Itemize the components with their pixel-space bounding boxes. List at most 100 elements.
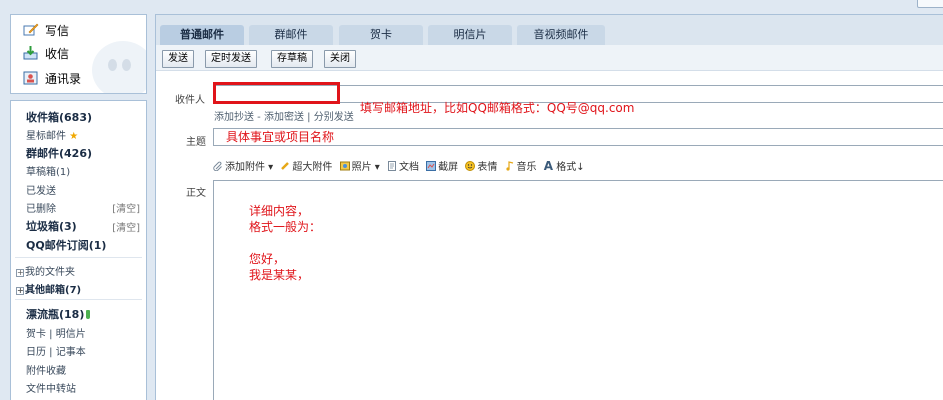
contacts-label: 通讯录 bbox=[45, 72, 82, 86]
sidebar: 写信 收信 通讯录 收件箱(683) 星标邮件 ★ 群邮件(426) 草稿箱(1… bbox=[10, 14, 147, 400]
folder-drafts[interactable]: 草稿箱(1) bbox=[26, 163, 70, 178]
folder-group[interactable]: 群邮件(426) bbox=[26, 145, 92, 161]
body-line: 详细内容， bbox=[249, 204, 310, 218]
screenshot-icon bbox=[426, 161, 437, 171]
big-paperclip-icon bbox=[280, 161, 290, 171]
recipient-hint-annotation: 填写邮箱地址，比如QQ邮箱格式：QQ号@qq.com bbox=[360, 101, 635, 115]
body-line bbox=[249, 235, 321, 251]
paperclip-icon bbox=[213, 161, 223, 172]
subject-input[interactable]: 具体事宜或项目名称 bbox=[213, 128, 943, 146]
compose-panel: 普通邮件 群邮件 贺卡 明信片 音视频邮件 发送 定时发送 存草稿 关闭 收件人… bbox=[155, 14, 943, 400]
body-line: 您好， bbox=[249, 252, 286, 266]
music-button[interactable]: 音乐 bbox=[505, 158, 537, 173]
penguin-eye bbox=[122, 59, 131, 71]
format-label: 格式↓ bbox=[556, 162, 585, 173]
folder-deleted[interactable]: 已删除 bbox=[26, 200, 56, 215]
top-strip bbox=[0, 0, 943, 14]
tree-other-mailbox-label: 其他邮箱(7) bbox=[25, 285, 82, 296]
tree-my-folders[interactable]: +我的文件夹 bbox=[16, 263, 75, 278]
write-mail-button[interactable]: 写信 bbox=[23, 21, 69, 41]
compose-toolbar: 发送 定时发送 存草稿 关闭 bbox=[156, 45, 943, 71]
file-transfer-link[interactable]: 文件中转站 bbox=[26, 380, 76, 395]
contacts-button[interactable]: 通讯录 bbox=[23, 69, 81, 89]
receive-mail-label: 收信 bbox=[45, 47, 70, 61]
clear-deleted-link[interactable]: [清空] bbox=[112, 200, 140, 215]
tree-other-mailbox[interactable]: +其他邮箱(7) bbox=[16, 281, 81, 296]
document-button[interactable]: 文档 bbox=[387, 158, 419, 173]
recipient-label: 收件人 bbox=[175, 95, 205, 106]
folder-starred-label: 星标邮件 bbox=[26, 131, 66, 142]
music-label: 音乐 bbox=[516, 162, 537, 173]
expand-icon: + bbox=[16, 286, 24, 295]
music-note-icon bbox=[505, 161, 515, 171]
save-draft-button[interactable]: 存草稿 bbox=[271, 50, 313, 68]
pen-icon bbox=[23, 23, 39, 37]
inbox-arrow-icon bbox=[23, 46, 39, 60]
drift-bottle-label: 漂流瓶(18) bbox=[26, 308, 85, 321]
qq-penguin-decoration bbox=[92, 41, 146, 93]
penguin-eye bbox=[108, 59, 117, 71]
tab-av-mail[interactable]: 音视频邮件 bbox=[517, 25, 605, 45]
card-postcard-links[interactable]: 贺卡 | 明信片 bbox=[26, 325, 86, 340]
scheduled-send-button[interactable]: 定时发送 bbox=[205, 50, 257, 68]
folder-qq-subscription[interactable]: QQ邮件订阅(1) bbox=[26, 237, 106, 253]
separator-dash: - bbox=[254, 112, 264, 123]
emoji-button[interactable]: 表情 bbox=[465, 158, 497, 173]
body-text: 详细内容， 格式一般为： 您好， 我是某某， bbox=[249, 203, 321, 283]
screenshot-label: 截屏 bbox=[438, 162, 459, 173]
add-attachment-label: 添加附件 bbox=[225, 162, 265, 173]
photo-icon bbox=[339, 161, 350, 171]
body-editor[interactable]: 详细内容， 格式一般为： 您好， 我是某某， bbox=[213, 180, 943, 400]
calendar-notes-links[interactable]: 日历 | 记事本 bbox=[26, 343, 86, 358]
expand-icon: + bbox=[16, 268, 24, 277]
separator-pipe: | bbox=[303, 112, 314, 123]
clear-spam-link[interactable]: [清空] bbox=[112, 219, 140, 234]
receive-mail-button[interactable]: 收信 bbox=[23, 44, 69, 64]
screenshot-button[interactable]: 截屏 bbox=[426, 158, 458, 173]
body-label: 正文 bbox=[186, 188, 206, 199]
folder-panel: 收件箱(683) 星标邮件 ★ 群邮件(426) 草稿箱(1) 已发送 已删除 … bbox=[10, 100, 147, 400]
divider bbox=[15, 299, 142, 300]
bottle-icon bbox=[86, 310, 91, 319]
document-label: 文档 bbox=[398, 162, 419, 173]
big-attachment-button[interactable]: 超大附件 bbox=[280, 158, 332, 173]
close-button[interactable]: 关闭 bbox=[324, 50, 356, 68]
add-attachment-button[interactable]: 添加附件 ▾ bbox=[213, 158, 273, 173]
quick-actions-panel: 写信 收信 通讯录 bbox=[10, 14, 147, 94]
window-control[interactable] bbox=[917, 0, 943, 8]
star-icon: ★ bbox=[69, 131, 79, 142]
attachment-collection-link[interactable]: 附件收藏 bbox=[26, 362, 66, 377]
recipient-options: 添加抄送 - 添加密送 | 分别发送 bbox=[214, 108, 354, 123]
tab-normal-mail[interactable]: 普通邮件 bbox=[160, 25, 244, 45]
add-bcc-link[interactable]: 添加密送 bbox=[264, 112, 304, 123]
add-cc-link[interactable]: 添加抄送 bbox=[214, 112, 254, 123]
format-button[interactable]: A 格式↓ bbox=[544, 158, 585, 173]
body-line: 格式一般为： bbox=[249, 220, 322, 234]
attachment-toolbar: 添加附件 ▾ 超大附件 照片 ▾ 文档 截屏 表情 音乐 A 格式↓ bbox=[213, 158, 589, 173]
folder-sent[interactable]: 已发送 bbox=[26, 182, 56, 197]
emoji-label: 表情 bbox=[477, 162, 498, 173]
compose-tabs: 普通邮件 群邮件 贺卡 明信片 音视频邮件 bbox=[156, 15, 943, 45]
folder-inbox[interactable]: 收件箱(683) bbox=[26, 109, 92, 125]
smiley-icon bbox=[465, 161, 476, 171]
photo-label: 照片 bbox=[351, 162, 372, 173]
tab-greeting-card[interactable]: 贺卡 bbox=[339, 25, 423, 45]
subject-label: 主题 bbox=[186, 137, 206, 148]
send-button[interactable]: 发送 bbox=[162, 50, 194, 68]
separate-send-link[interactable]: 分别发送 bbox=[314, 112, 354, 123]
address-book-icon bbox=[23, 71, 39, 85]
folder-starred[interactable]: 星标邮件 ★ bbox=[26, 127, 78, 142]
drift-bottle-link[interactable]: 漂流瓶(18) bbox=[26, 306, 91, 322]
photo-button[interactable]: 照片 ▾ bbox=[339, 158, 380, 173]
tab-group-mail[interactable]: 群邮件 bbox=[249, 25, 333, 45]
big-attachment-label: 超大附件 bbox=[292, 162, 333, 173]
recipient-highlight-box bbox=[213, 82, 340, 104]
tab-postcard[interactable]: 明信片 bbox=[428, 25, 512, 45]
body-line: 我是某某， bbox=[249, 268, 310, 282]
font-a-icon: A bbox=[543, 159, 554, 173]
write-mail-label: 写信 bbox=[45, 24, 70, 38]
document-icon bbox=[387, 161, 397, 171]
divider bbox=[15, 257, 142, 258]
folder-spam[interactable]: 垃圾箱(3) bbox=[26, 218, 77, 234]
tree-my-folders-label: 我的文件夹 bbox=[25, 267, 75, 278]
